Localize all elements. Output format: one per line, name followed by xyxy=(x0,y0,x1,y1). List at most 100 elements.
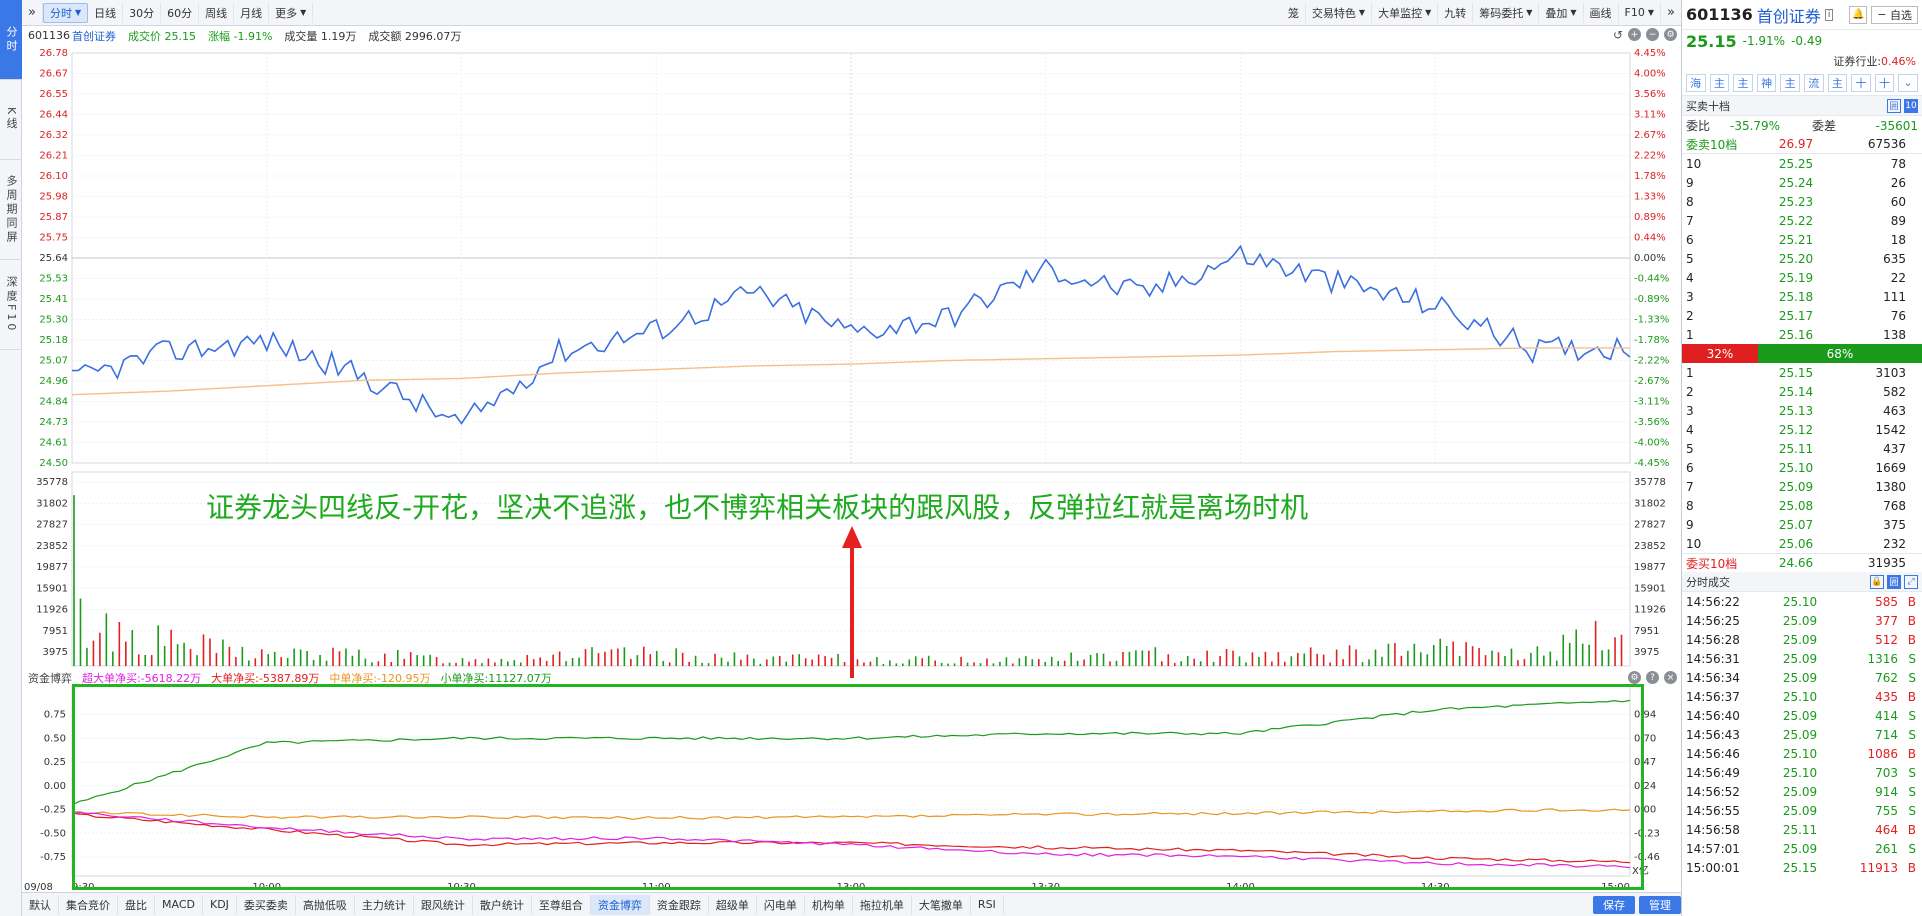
more-menu-button[interactable]: 更多 ▼ xyxy=(269,2,314,23)
ask-row[interactable]: 6 25.21 18 xyxy=(1682,230,1922,249)
draw-line-button[interactable]: 画线 xyxy=(1584,2,1619,23)
indicator-tab[interactable]: MACD xyxy=(155,894,203,915)
fund-game-chart[interactable]: 0.75 0.94 0.50 0.70 0.25 0.47 0.00 0.24 -0.25 0.0… xyxy=(22,668,1681,892)
shortcut-icon[interactable]: 主 xyxy=(1780,73,1800,92)
bid-row[interactable]: 4 25.12 1542 xyxy=(1682,420,1922,439)
ask-row[interactable]: 9 25.24 26 xyxy=(1682,173,1922,192)
ten-level-icon[interactable]: 10 xyxy=(1904,98,1918,113)
indicator-tab[interactable]: 集合竞价 xyxy=(59,894,118,915)
panel-name[interactable]: 首创证券 xyxy=(1757,3,1821,27)
vtab-deep-f10[interactable]: 深度F10 xyxy=(0,260,22,350)
trades-header: 分时成交 🔒 囲 ⤢ xyxy=(1682,572,1922,592)
indicator-tab[interactable]: 至尊组合 xyxy=(532,894,591,915)
bid-row[interactable]: 5 25.11 437 xyxy=(1682,439,1922,458)
trade-s: B xyxy=(1907,746,1916,761)
indicator-tab[interactable]: 机构单 xyxy=(805,894,853,915)
label: 分时 xyxy=(49,6,72,20)
indicator-tab[interactable]: 资金博弈 xyxy=(590,894,650,915)
indicator-tab[interactable]: 大笔撤单 xyxy=(912,894,971,915)
ask-row[interactable]: 1 25.16 138 xyxy=(1682,325,1922,344)
price-tick-label: 26.55 xyxy=(39,89,68,100)
cell-n: 5 xyxy=(1686,251,1694,266)
indicator-tab[interactable]: RSI xyxy=(971,894,1004,915)
period-30min-button[interactable]: 30分 xyxy=(123,2,162,23)
cell-p: 25.10 xyxy=(1778,460,1814,475)
indicator-tab[interactable]: 闪电单 xyxy=(757,894,805,915)
refresh-icon[interactable]: ↺ xyxy=(1613,28,1623,42)
zoom-in-icon[interactable]: + xyxy=(1628,28,1641,41)
time-tick-label: 13:30 xyxy=(1031,882,1060,892)
chevron-down-icon[interactable]: ⌄ xyxy=(1898,73,1918,92)
bid-row[interactable]: 3 25.13 463 xyxy=(1682,401,1922,420)
period-weekly-button[interactable]: 周线 xyxy=(199,2,235,23)
cage-button[interactable]: 笼 xyxy=(1282,2,1306,23)
period-intraday-button[interactable]: 分时 ▼ xyxy=(42,2,89,23)
indicator-tab[interactable]: 跟风统计 xyxy=(414,894,473,915)
shortcut-icon[interactable]: 主 xyxy=(1827,73,1848,92)
period-daily-button[interactable]: 日线 xyxy=(88,2,124,23)
manage-button[interactable]: 管理 xyxy=(1639,895,1681,914)
shortcut-icon[interactable]: 流 xyxy=(1803,73,1824,92)
indicator-tab[interactable]: 拖拉机单 xyxy=(853,894,912,915)
indicator-tab[interactable]: 散户统计 xyxy=(473,894,532,915)
ask-row[interactable]: 2 25.17 76 xyxy=(1682,306,1922,325)
overlay-menu[interactable]: 叠加 ▼ xyxy=(1539,2,1584,23)
indicator-tab[interactable]: 默认 xyxy=(22,894,59,915)
ask-row[interactable]: 5 25.20 635 xyxy=(1682,249,1922,268)
ask-row[interactable]: 8 25.23 60 xyxy=(1682,192,1922,211)
bid-row[interactable]: 10 25.06 232 xyxy=(1682,534,1922,553)
chip-order-menu[interactable]: 筹码委托 ▼ xyxy=(1473,2,1540,23)
shortcut-icon[interactable]: 十 xyxy=(1851,73,1871,92)
shortcut-icon[interactable]: 主 xyxy=(1709,73,1730,92)
indicator-tab[interactable]: 资金跟踪 xyxy=(650,894,709,915)
bid-row[interactable]: 7 25.09 1380 xyxy=(1682,477,1922,496)
bid-row[interactable]: 1 25.15 3103 xyxy=(1682,363,1922,382)
zoom-out-icon[interactable]: − xyxy=(1646,28,1659,41)
ask-row[interactable]: 10 25.25 78 xyxy=(1682,154,1922,173)
info-tag[interactable]: i xyxy=(1824,8,1834,21)
add-favorite-button[interactable]: − 自选 xyxy=(1871,5,1918,24)
collapse-panel-icon[interactable]: » xyxy=(1661,3,1681,23)
five-level-icon[interactable]: 囲 xyxy=(1887,98,1901,113)
save-button[interactable]: 保存 xyxy=(1593,895,1635,914)
vol-tick-label: 31802 xyxy=(1634,498,1666,509)
ask-row[interactable]: 3 25.18 111 xyxy=(1682,287,1922,306)
trade-p: 25.10 xyxy=(1782,765,1818,780)
indicator-tab[interactable]: 盘比 xyxy=(118,894,155,915)
shortcut-icon[interactable]: 十 xyxy=(1874,73,1895,92)
settings-icon[interactable]: ⚙ xyxy=(1664,28,1677,41)
cell-p: 25.12 xyxy=(1778,422,1814,437)
nine-turn-button[interactable]: 九转 xyxy=(1438,2,1474,23)
shortcut-icon[interactable]: 神 xyxy=(1756,73,1777,92)
ask-row[interactable]: 7 25.22 89 xyxy=(1682,211,1922,230)
vtab-intraday[interactable]: 分时 xyxy=(0,0,22,80)
lock-icon[interactable]: 🔒 xyxy=(1870,574,1884,589)
expand-icon[interactable]: » xyxy=(22,2,43,23)
vtab-multi-period[interactable]: 多周期同屏 xyxy=(0,160,22,260)
indicator-tab[interactable]: 委买委卖 xyxy=(237,894,296,915)
vtab-kline[interactable]: K线 xyxy=(0,80,22,160)
intraday-price-chart[interactable]: 26.78 4.45% 26.67 4.00% 26.55 3.56% 26.44 3.11%… xyxy=(22,45,1681,470)
indicator-tab[interactable]: 超级单 xyxy=(709,894,757,915)
big-order-monitor-menu[interactable]: 大单监控 ▼ xyxy=(1372,2,1439,23)
period-monthly-button[interactable]: 月线 xyxy=(234,2,270,23)
bell-icon[interactable]: 🔔 xyxy=(1849,5,1868,24)
list-icon[interactable]: 囲 xyxy=(1887,574,1901,589)
expand-icon[interactable]: ⤢ xyxy=(1904,574,1918,589)
ask-row[interactable]: 4 25.19 22 xyxy=(1682,268,1922,287)
bid-row[interactable]: 9 25.07 375 xyxy=(1682,515,1922,534)
indicator-tab[interactable]: KDJ xyxy=(203,894,237,915)
f10-menu[interactable]: F10 ▼ xyxy=(1619,2,1662,23)
bid-row[interactable]: 6 25.10 1669 xyxy=(1682,458,1922,477)
indicator-tab[interactable]: 高抛低吸 xyxy=(296,894,355,915)
period-60min-button[interactable]: 60分 xyxy=(161,2,200,23)
shortcut-icon[interactable]: 海 xyxy=(1686,73,1706,92)
trade-feature-menu[interactable]: 交易特色 ▼ xyxy=(1306,2,1373,23)
label: 交易特色 xyxy=(1311,6,1356,20)
bid-row[interactable]: 8 25.08 768 xyxy=(1682,496,1922,515)
shortcut-icon[interactable]: 主 xyxy=(1733,73,1753,92)
indicator-tab[interactable]: 主力统计 xyxy=(355,894,414,915)
bid-row[interactable]: 2 25.14 582 xyxy=(1682,382,1922,401)
panel-shortcut-icons: 海主主神主流主十十 ⌄ xyxy=(1682,70,1922,96)
trade-v: 714 xyxy=(1875,727,1898,742)
